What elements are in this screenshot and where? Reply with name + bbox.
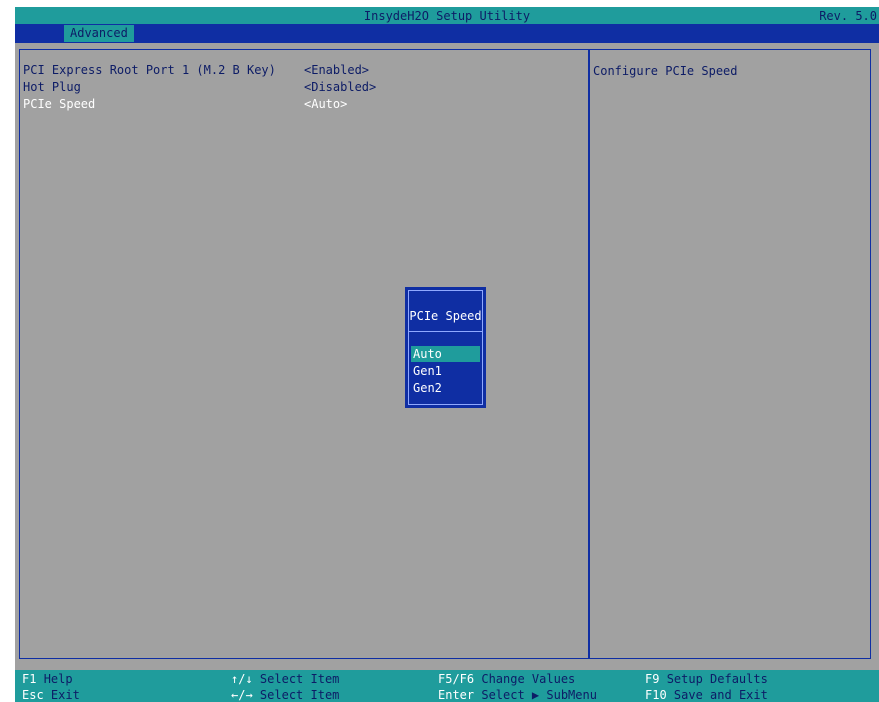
key-help-f10: F10 Save and Exit xyxy=(645,688,768,702)
key-description: Exit xyxy=(50,688,80,702)
popup-title: PCIe Speed xyxy=(409,309,482,323)
key-help-enter: Enter Select ▶ SubMenu xyxy=(438,688,597,702)
key-label: F1 xyxy=(22,672,37,686)
key-description: Setup Defaults xyxy=(666,672,768,686)
pcie-speed-popup: PCIe Speed Auto Gen1 Gen2 xyxy=(405,287,486,408)
setting-value[interactable]: <Enabled> xyxy=(304,63,369,77)
popup-divider xyxy=(409,331,482,332)
key-label: Enter xyxy=(438,688,475,702)
setting-row-pcie-root-port[interactable]: PCI Express Root Port 1 (M.2 B Key) <Ena… xyxy=(20,63,580,80)
key-help-f9: F9 Setup Defaults xyxy=(645,672,768,686)
setting-value[interactable]: <Auto> xyxy=(304,97,347,111)
setting-label: PCIe Speed xyxy=(23,97,96,111)
popup-option-gen1[interactable]: Gen1 xyxy=(411,363,480,379)
key-help-bar: F1 Help Esc Exit ↑/↓ Select Item ←/→ Sel… xyxy=(15,670,879,702)
app-title: InsydeH2O Setup Utility xyxy=(363,9,531,23)
key-label: F10 xyxy=(645,688,667,702)
key-help-up-down: ↑/↓ Select Item xyxy=(231,672,339,686)
key-label: ↑/↓ xyxy=(231,672,253,686)
key-help-left-right: ←/→ Select Item xyxy=(231,688,339,702)
setting-row-pcie-speed[interactable]: PCIe Speed <Auto> xyxy=(20,97,580,114)
help-panel: Configure PCIe Speed xyxy=(589,49,871,659)
key-help-f5-f6: F5/F6 Change Values xyxy=(438,672,575,686)
setting-label: PCI Express Root Port 1 (M.2 B Key) xyxy=(23,63,276,77)
help-text: Configure PCIe Speed xyxy=(593,64,738,78)
key-help-f1: F1 Help xyxy=(22,672,73,686)
bios-screen: InsydeH2O Setup Utility Rev. 5.0 Advance… xyxy=(15,7,879,702)
tab-advanced[interactable]: Advanced xyxy=(64,25,134,42)
popup-border: PCIe Speed Auto Gen1 Gen2 xyxy=(408,290,483,405)
key-description: Select Item xyxy=(259,688,340,702)
key-description: Select ▶ SubMenu xyxy=(481,688,597,702)
tab-bar: Advanced xyxy=(15,24,879,43)
key-label: F9 xyxy=(645,672,660,686)
key-description: Change Values xyxy=(481,672,576,686)
key-label: ←/→ xyxy=(231,688,253,702)
setting-value[interactable]: <Disabled> xyxy=(304,80,376,94)
key-help-esc: Esc Exit xyxy=(22,688,80,702)
key-description: Help xyxy=(43,672,73,686)
setting-row-hot-plug[interactable]: Hot Plug <Disabled> xyxy=(20,80,580,97)
key-label: Esc xyxy=(22,688,44,702)
key-description: Save and Exit xyxy=(673,688,768,702)
key-label: F5/F6 xyxy=(438,672,475,686)
popup-option-auto[interactable]: Auto xyxy=(411,346,480,362)
popup-option-gen2[interactable]: Gen2 xyxy=(411,380,480,396)
settings-panel: PCI Express Root Port 1 (M.2 B Key) <Ena… xyxy=(19,49,589,659)
revision-label: Rev. 5.0 xyxy=(819,9,877,23)
title-bar: InsydeH2O Setup Utility Rev. 5.0 xyxy=(15,7,879,24)
key-description: Select Item xyxy=(259,672,340,686)
setting-label: Hot Plug xyxy=(23,80,81,94)
